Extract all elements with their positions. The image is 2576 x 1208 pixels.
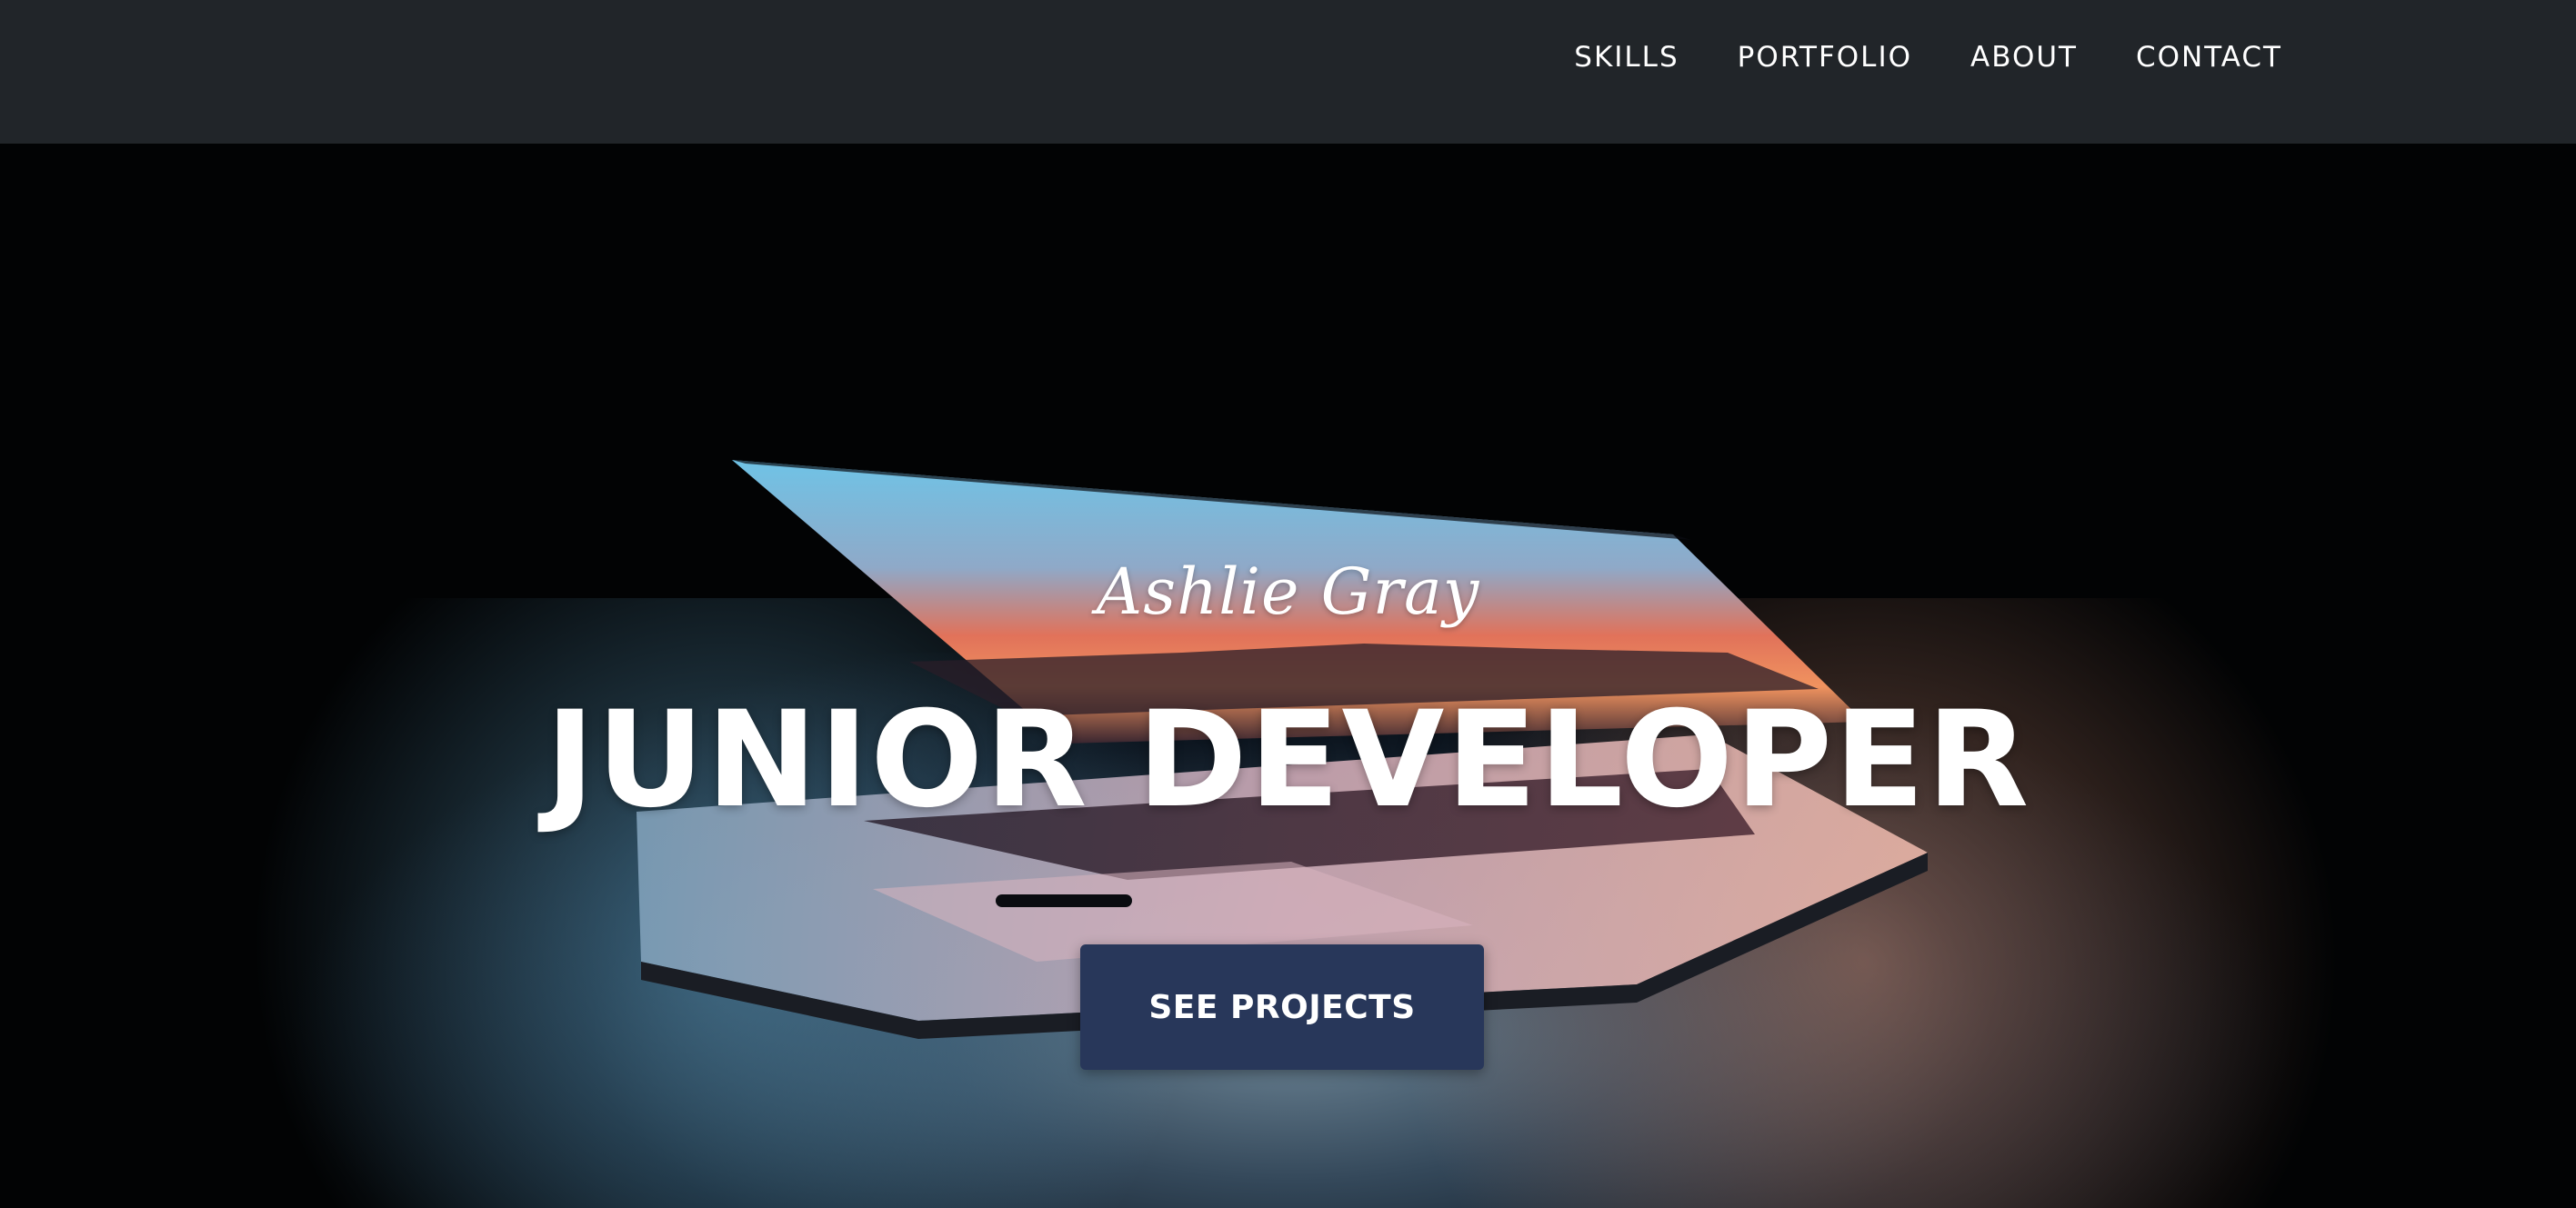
nav-link-about[interactable]: ABOUT xyxy=(1941,41,2107,74)
nav-link-portfolio[interactable]: PORTFOLIO xyxy=(1709,41,1941,74)
page: SKILLS PORTFOLIO ABOUT CONTACT Ashlie Gr… xyxy=(0,0,2576,1208)
hero-section: Ashlie Gray JUNIOR DEVELOPER SEE PROJECT… xyxy=(0,144,2576,1208)
nav-link-skills[interactable]: SKILLS xyxy=(1545,41,1708,74)
hero-title: JUNIOR DEVELOPER xyxy=(545,683,2031,837)
nav-menu: SKILLS PORTFOLIO ABOUT CONTACT xyxy=(1545,0,2282,115)
see-projects-button[interactable]: SEE PROJECTS xyxy=(1080,944,1484,1070)
top-navbar: SKILLS PORTFOLIO ABOUT CONTACT xyxy=(0,0,2576,144)
hero-name: Ashlie Gray xyxy=(1096,554,1480,629)
nav-link-contact[interactable]: CONTACT xyxy=(2107,41,2282,74)
